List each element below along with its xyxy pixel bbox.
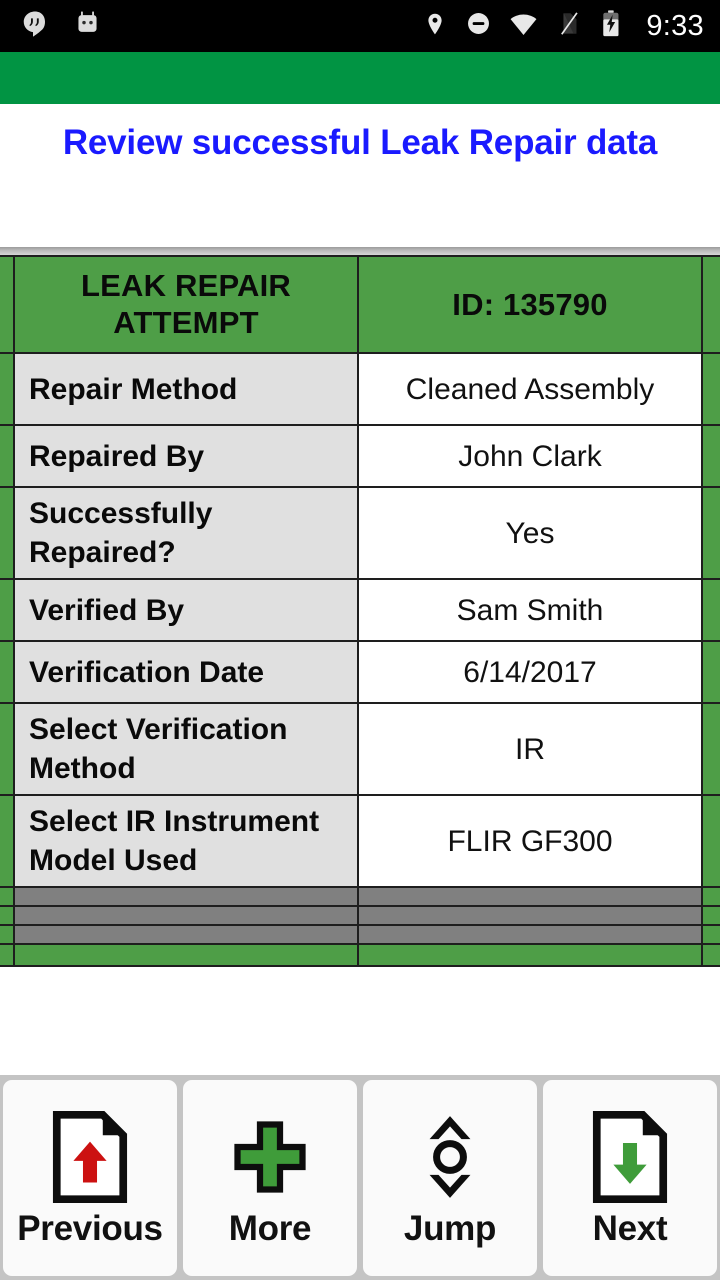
table-top-divider <box>0 247 720 255</box>
leak-repair-table: LEAK REPAIR ATTEMPT ID: 135790 Repair Me… <box>0 255 720 967</box>
jump-button-label: Jump <box>403 1209 497 1248</box>
row-label-repair-method: Repair Method <box>13 352 359 426</box>
row-value-select-ir-instrument-model-used[interactable]: FLIR GF300 <box>357 794 703 888</box>
table-row[interactable]: Verification Date 6/14/2017 <box>0 640 720 704</box>
row-gutter-left <box>0 255 15 354</box>
row-gutter-left <box>0 702 15 796</box>
empty-value-cell <box>357 886 703 907</box>
more-button-label: More <box>228 1209 312 1248</box>
row-gutter-right <box>701 255 720 354</box>
row-gutter-left <box>0 943 15 967</box>
row-label-select-verification-method: Select Verification Method <box>13 702 359 796</box>
row-label-successfully-repaired: Successfully Repaired? <box>13 486 359 580</box>
row-value-successfully-repaired[interactable]: Yes <box>357 486 703 580</box>
row-gutter-right <box>701 943 720 967</box>
table-bottom-row <box>0 943 720 967</box>
row-gutter-left <box>0 352 15 426</box>
previous-button[interactable]: Previous <box>3 1079 177 1276</box>
next-button[interactable]: Next <box>543 1079 717 1276</box>
document-up-arrow-icon <box>50 1109 130 1205</box>
row-gutter-right <box>701 794 720 888</box>
row-gutter-right <box>701 924 720 945</box>
table-bottom-label-cell <box>13 943 359 967</box>
row-gutter-left <box>0 486 15 580</box>
location-pin-icon <box>422 11 448 42</box>
row-gutter-left <box>0 640 15 704</box>
title-area: Review successful Leak Repair data <box>0 104 720 247</box>
app-bar <box>0 52 720 104</box>
bottom-navigation-bar: Previous More Jump Next <box>0 1075 720 1280</box>
table-bottom-value-cell <box>357 943 703 967</box>
table-empty-row <box>0 886 720 907</box>
more-button[interactable]: More <box>183 1079 357 1276</box>
status-bar: 9:33 <box>0 0 720 52</box>
row-value-select-verification-method[interactable]: IR <box>357 702 703 796</box>
jump-updown-icon <box>415 1109 485 1205</box>
row-gutter-left <box>0 905 15 926</box>
table-row[interactable]: Verified By Sam Smith <box>0 578 720 642</box>
row-gutter-right <box>701 486 720 580</box>
table-header-row: LEAK REPAIR ATTEMPT ID: 135790 <box>0 255 720 354</box>
empty-label-cell <box>13 905 359 926</box>
empty-label-cell <box>13 924 359 945</box>
row-gutter-right <box>701 702 720 796</box>
row-value-repair-method[interactable]: Cleaned Assembly <box>357 352 703 426</box>
do-not-disturb-icon <box>465 10 492 42</box>
row-gutter-right <box>701 905 720 926</box>
previous-button-label: Previous <box>17 1209 163 1248</box>
table-row[interactable]: Repair Method Cleaned Assembly <box>0 352 720 426</box>
android-head-icon <box>72 8 103 44</box>
table-header-id: ID: 135790 <box>357 255 703 354</box>
battery-charging-icon <box>599 10 623 42</box>
row-gutter-right <box>701 886 720 907</box>
table-row[interactable]: Select Verification Method IR <box>0 702 720 796</box>
table-empty-row <box>0 924 720 945</box>
row-gutter-left <box>0 794 15 888</box>
status-bar-clock: 9:33 <box>646 9 704 42</box>
hangouts-icon <box>20 9 50 44</box>
empty-label-cell <box>13 886 359 907</box>
status-bar-left-icons <box>0 8 103 44</box>
row-label-verified-by: Verified By <box>13 578 359 642</box>
row-gutter-left <box>0 578 15 642</box>
table-header-label: LEAK REPAIR ATTEMPT <box>13 255 359 354</box>
table-empty-row <box>0 905 720 926</box>
page-title: Review successful Leak Repair data <box>62 123 658 162</box>
table-row[interactable]: Select IR Instrument Model Used FLIR GF3… <box>0 794 720 888</box>
table-row[interactable]: Successfully Repaired? Yes <box>0 486 720 580</box>
row-gutter-right <box>701 424 720 488</box>
status-bar-right-icons: 9:33 <box>422 0 704 52</box>
next-button-label: Next <box>592 1209 668 1248</box>
jump-button[interactable]: Jump <box>363 1079 537 1276</box>
empty-value-cell <box>357 924 703 945</box>
table-row[interactable]: Repaired By John Clark <box>0 424 720 488</box>
row-gutter-right <box>701 578 720 642</box>
row-value-repaired-by[interactable]: John Clark <box>357 424 703 488</box>
row-label-repaired-by: Repaired By <box>13 424 359 488</box>
row-gutter-left <box>0 886 15 907</box>
row-gutter-left <box>0 924 15 945</box>
row-value-verification-date[interactable]: 6/14/2017 <box>357 640 703 704</box>
wifi-icon <box>509 9 538 43</box>
row-gutter-right <box>701 640 720 704</box>
row-gutter-left <box>0 424 15 488</box>
empty-value-cell <box>357 905 703 926</box>
row-gutter-right <box>701 352 720 426</box>
sim-off-icon <box>555 10 582 42</box>
plus-icon <box>230 1109 310 1205</box>
row-label-verification-date: Verification Date <box>13 640 359 704</box>
document-down-arrow-icon <box>590 1109 670 1205</box>
row-value-verified-by[interactable]: Sam Smith <box>357 578 703 642</box>
row-label-select-ir-instrument-model-used: Select IR Instrument Model Used <box>13 794 359 888</box>
